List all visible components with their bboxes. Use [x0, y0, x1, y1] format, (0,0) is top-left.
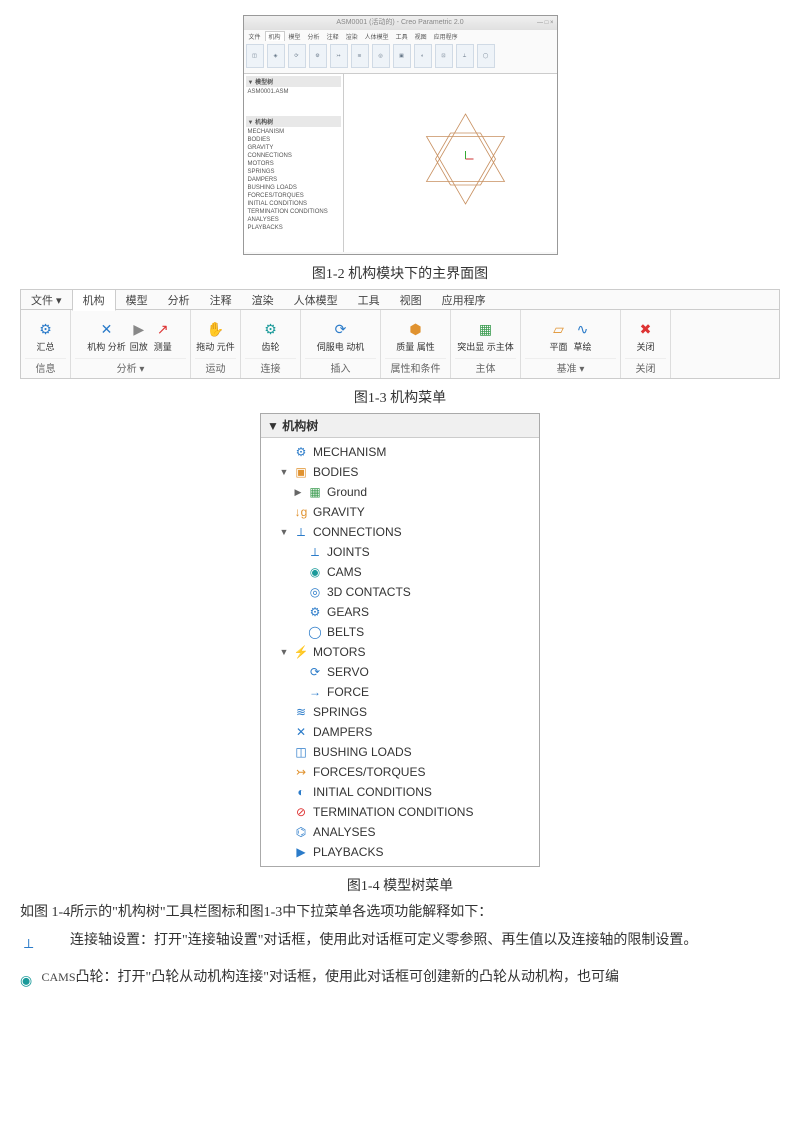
tab-manikin[interactable]: 人体模型	[284, 290, 348, 310]
group-insert: ⟳伺服电 动机 插入	[301, 310, 381, 378]
tree-node[interactable]: ▼▣BODIES	[265, 462, 535, 482]
summary-button[interactable]: ⚙汇总	[35, 319, 57, 352]
tree-panel: ▼ 模型树 ASM0001.ASM ▼ 机构树 MECHANISM BODIES…	[244, 74, 344, 252]
screenshot-main-ui: ASM0001 (活动的) - Creo Parametric 2.0 文件 机…	[243, 15, 558, 255]
tree-node[interactable]: ✕DAMPERS	[265, 722, 535, 742]
tab-file[interactable]: 文件 ▾	[21, 290, 72, 310]
group-body: ▦突出显 示主体 主体	[451, 310, 521, 378]
tree-node[interactable]: ↣FORCES/TORQUES	[265, 762, 535, 782]
para-joints: ⟂连接轴设置：打开"连接轴设置"对话框，使用此对话框可定义零参照、再生值以及连接…	[20, 929, 780, 953]
tree-node[interactable]: ▶▦Ground	[265, 482, 535, 502]
canvas-3d	[344, 74, 557, 252]
screenshot-tree: ▼ 机构树 ⚙MECHANISM▼▣BODIES▶▦Ground↓gGRAVIT…	[260, 413, 540, 867]
tree-node[interactable]: ◉CAMS	[265, 562, 535, 582]
tree-node[interactable]: ▼⚡MOTORS	[265, 642, 535, 662]
tree-node[interactable]: ◯BELTS	[265, 622, 535, 642]
playback-button[interactable]: ▶回放	[128, 319, 150, 352]
tree-node[interactable]: ↓gGRAVITY	[265, 502, 535, 522]
ribbon-tabs-2: 文件 ▾ 机构 模型 分析 注释 渲染 人体模型 工具 视图 应用程序	[21, 290, 779, 310]
group-motion: ✋拖动 元件 运动	[191, 310, 241, 378]
tree-node[interactable]: ⟳SERVO	[265, 662, 535, 682]
window-title: ASM0001 (活动的) - Creo Parametric 2.0	[244, 16, 557, 30]
tab-render[interactable]: 渲染	[242, 290, 284, 310]
screenshot-ribbon: 文件 ▾ 机构 模型 分析 注释 渲染 人体模型 工具 视图 应用程序 ⚙汇总 …	[20, 289, 780, 379]
group-info: ⚙汇总 信息	[21, 310, 71, 378]
tree-node[interactable]: ◫BUSHING LOADS	[265, 742, 535, 762]
close-button[interactable]: ✖关闭	[635, 319, 657, 352]
tree-node[interactable]: ⌬ANALYSES	[265, 822, 535, 842]
tree-node[interactable]: ⊘TERMINATION CONDITIONS	[265, 802, 535, 822]
caption-1-4: 图1-4 模型树菜单	[20, 875, 780, 895]
sketch-button[interactable]: ∿草绘	[572, 319, 594, 352]
tab-view[interactable]: 视图	[390, 290, 432, 310]
group-close: ✖关闭 关闭	[621, 310, 671, 378]
group-analysis: ✕机构 分析 ▶回放 ↗测量 分析 ▾	[71, 310, 191, 378]
ribbon-tabs: 文件 机构 模型 分析 注释 渲染 人体模型 工具 视图 应用程序	[244, 30, 557, 42]
tree-node[interactable]: ⚙MECHANISM	[265, 442, 535, 462]
joints-icon: ⟂	[52, 933, 68, 949]
tree-node[interactable]: ◎3D CONTACTS	[265, 582, 535, 602]
servo-button[interactable]: ⟳伺服电 动机	[317, 319, 365, 352]
tab-mechanism[interactable]: 机构	[72, 289, 116, 311]
tree-node[interactable]: ≋SPRINGS	[265, 702, 535, 722]
measure-button[interactable]: ↗测量	[152, 319, 174, 352]
tree-node[interactable]: ⚙GEARS	[265, 602, 535, 622]
plane-button[interactable]: ▱平面	[548, 319, 570, 352]
tab-tools[interactable]: 工具	[348, 290, 390, 310]
tree-header: ▼ 机构树	[261, 414, 539, 438]
tree-node[interactable]: ⟂JOINTS	[265, 542, 535, 562]
drag-button[interactable]: ✋拖动 元件	[196, 319, 235, 352]
tab-analysis[interactable]: 分析	[158, 290, 200, 310]
tree-node[interactable]: →FORCE	[265, 682, 535, 702]
mass-button[interactable]: ⬢质量 属性	[396, 319, 435, 352]
para-cams: ◉ CAMS凸轮：打开"凸轮从动机构连接"对话框，使用此对话框可创建新的凸轮从动…	[20, 965, 780, 990]
mech-analysis-button[interactable]: ✕机构 分析	[87, 319, 126, 352]
caption-1-2: 图1-2 机构模块下的主界面图	[20, 263, 780, 283]
caption-1-3: 图1-3 机构菜单	[20, 387, 780, 407]
group-connect: ⚙齿轮 连接	[241, 310, 301, 378]
tree-node[interactable]: ▶PLAYBACKS	[265, 842, 535, 862]
tab-annotate[interactable]: 注释	[200, 290, 242, 310]
tab-apps[interactable]: 应用程序	[432, 290, 496, 310]
group-datum: ▱平面 ∿草绘 基准 ▾	[521, 310, 621, 378]
tree-node[interactable]: ◐INITIAL CONDITIONS	[265, 782, 535, 802]
tab-model[interactable]: 模型	[116, 290, 158, 310]
ribbon-small: 文件 机构 模型 分析 注释 渲染 人体模型 工具 视图 应用程序 ◫◈⟳⚙↣≋…	[244, 30, 557, 74]
highlight-button[interactable]: ▦突出显 示主体	[457, 319, 514, 352]
gear-button[interactable]: ⚙齿轮	[260, 319, 282, 352]
group-props: ⬢质量 属性 属性和条件	[381, 310, 451, 378]
para-intro: 如图 1-4所示的"机构树"工具栏图标和图1-3中下拉菜单各选项功能解释如下：	[20, 901, 780, 925]
tree-node[interactable]: ▼⟂CONNECTIONS	[265, 522, 535, 542]
cams-icon: ◉	[20, 970, 36, 986]
